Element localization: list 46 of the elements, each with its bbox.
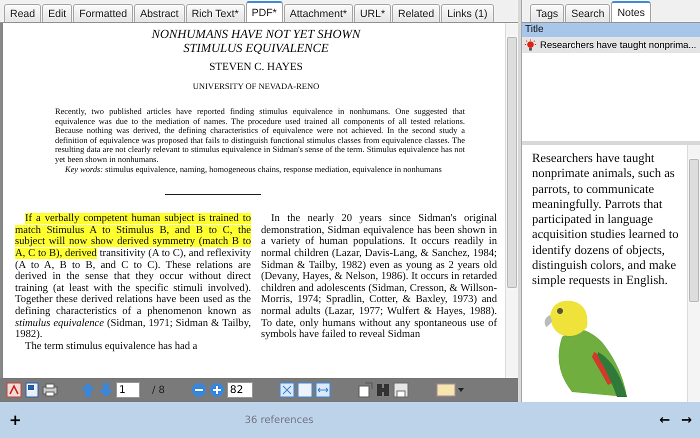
tab[interactable]: Search [565, 4, 610, 22]
tab[interactable]: PDF* [246, 1, 283, 22]
scrollbar[interactable] [687, 145, 700, 402]
tab[interactable]: Read [4, 4, 42, 22]
paper-paragraph: The term stimulus equivalence has had a [24, 340, 198, 352]
page-number-field[interactable]: 1 [116, 382, 140, 398]
paper-paragraph: If a verbally competent human subject is trained to match Stimulus A to Stimulus B, and B to C, the subject will now show derived symmetry (match B to A, C to B), derived transitivity (A to C), and reflexivity (A to A, B to B, and C to C). These relations are derived in the sense that they occur without direct training (at least with the specific stimuli involved). Together these derived relations have been used as the defining characteristics of a phenomenon known as stimulus equivalence (Sidman, 1971; Sidman & Tailby, 1982). [15, 213, 251, 341]
paper-author: STEVEN C. HAYES [208, 61, 304, 73]
note-row[interactable]: Researchers have taught nonprima... [522, 37, 700, 53]
print-icon[interactable] [42, 382, 58, 398]
tab[interactable]: Rich Text* [186, 4, 245, 22]
paper-affiliation: UNIVERSITY OF NEVADA-RENO [192, 81, 320, 91]
tab[interactable]: Notes [611, 1, 651, 22]
add-button[interactable]: + [6, 411, 25, 429]
tab[interactable]: URL* [354, 4, 392, 22]
forward-button[interactable]: → [678, 412, 695, 428]
paper-keywords: Key words: stimulus equivalence, naming, homogeneous chains, response mediation, equivalence in nonhumans [64, 164, 443, 174]
tab[interactable]: Edit [42, 4, 72, 22]
caret-icon [456, 386, 465, 394]
actual-size-icon[interactable] [296, 382, 313, 398]
note-title: Researchers have taught nonprima... [540, 40, 696, 50]
scrollbar[interactable] [505, 23, 518, 378]
tab[interactable]: Formatted [73, 4, 134, 22]
tab[interactable]: Attachment* [284, 4, 353, 22]
fit-width-icon[interactable] [314, 382, 331, 398]
column-header[interactable]: Title [522, 23, 700, 37]
back-button[interactable]: ← [656, 412, 674, 428]
zoom-out-icon[interactable] [190, 382, 207, 398]
save-icon[interactable] [392, 382, 409, 398]
reference-count: 36 references [244, 414, 314, 426]
tab[interactable]: Links (1) [441, 4, 494, 22]
tab[interactable]: Abstract [134, 4, 185, 22]
note-text: Researchers have taught nonprimate animals, such as parrots, to communicate meaningfully. Parrots that participated in language acquisition studies learned to identify dozens of objects, distinguish colors, and make simple requests in English. [532, 151, 680, 289]
paper-abstract: Recently, two published articles have reported finding stimulus equivalence in nonhumans. One suggested that equivalence was due to the mediation of names. The procedure used trained all components of all tested relations. Because nothing was derived, the defining characteristics of equivalence were not achieved. In the second study a definition of equivalence was proposed that fails to distinguish functional stimulus classes from equivalence classes. The resulting data are not clearly relevant to stimulus equivalence in Sidman's sense of the term. Stimulus equivalence has not yet been shown in nonhumans. [55, 107, 465, 165]
highlight-color-dropdown[interactable] [434, 381, 466, 399]
page-count: / 8 [152, 384, 165, 396]
zoom-field[interactable]: 82 [226, 382, 253, 398]
paper-title: NONHUMANS HAVE NOT YET SHOWN STIMULUS EQUIVALENCE [150, 27, 362, 55]
tab[interactable]: Related [392, 4, 440, 22]
highlighter-icon [436, 382, 456, 398]
pdf-file-icon[interactable] [6, 382, 22, 398]
paper-paragraph: In the nearly 20 years since Sidman's original demonstration, Sidman equivalence has been shown in a variety of human populations. It occurs readily in normal children (Lazar, Davis-Lang, & Sanchez, 1984; Sidman & Tailby, 1982) even as young as 2 years old (Devany, Hayes, & Nelson, 1986). It occurs in retarded children and adolescents (Sidman, Cresson, & Willson-Morris, 1974; Spradlin, Cotter, & Baxley, 1973) and normal adults (Lazar, 1977; Wulfert & Hayes, 1988). To date, only humans without any spontaneous use of symbols have failed to reveal Sidman [261, 213, 497, 341]
page-icon[interactable] [24, 382, 40, 398]
lightbulb-icon [524, 38, 537, 52]
zoom-in-icon[interactable] [208, 382, 225, 398]
tab[interactable]: Tags [530, 4, 564, 22]
